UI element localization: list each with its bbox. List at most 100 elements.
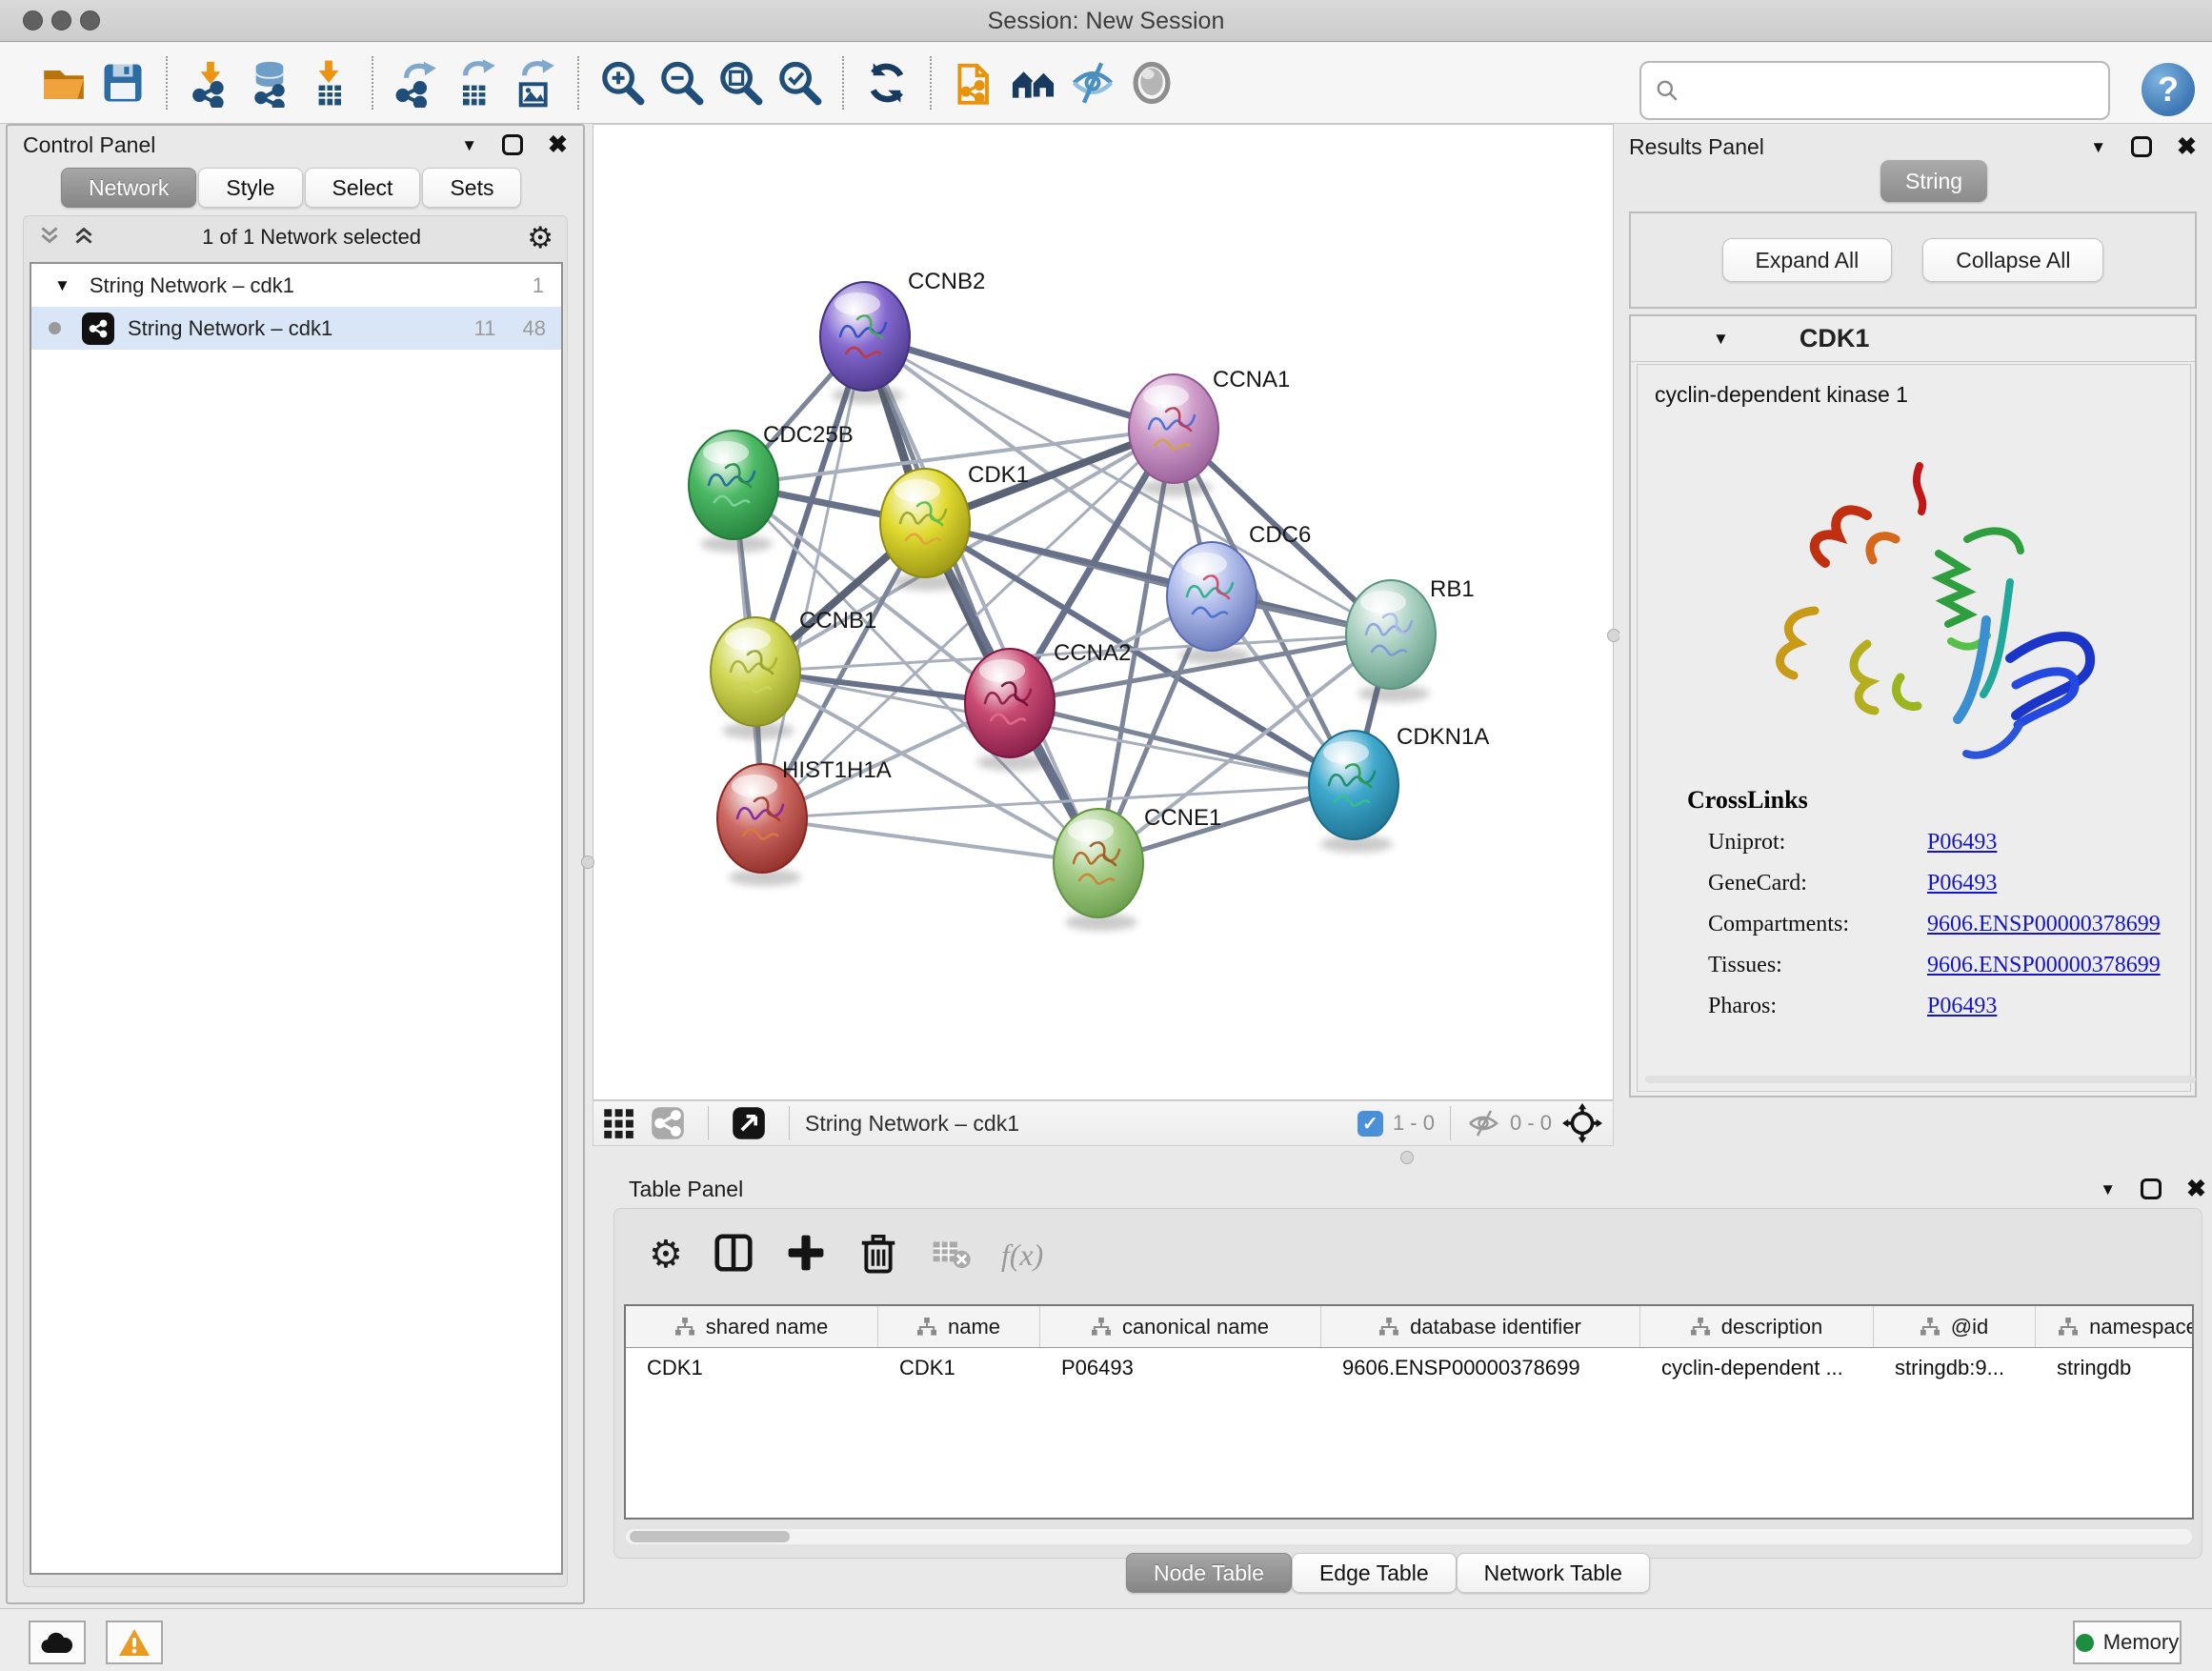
- import-network-database-button[interactable]: [240, 53, 299, 112]
- delete-column-button[interactable]: [856, 1231, 900, 1279]
- selected-checkbox-icon[interactable]: ✓: [1357, 1111, 1383, 1137]
- expand-all-icon[interactable]: [71, 223, 96, 252]
- results-scrollbar[interactable]: [1645, 1076, 2196, 1083]
- node-RB1[interactable]: RB1: [1346, 576, 1475, 702]
- table-cell[interactable]: stringdb: [2036, 1348, 2194, 1388]
- string-home-button[interactable]: [1004, 53, 1063, 112]
- crosslink-link[interactable]: 9606.ENSP00000378699: [1927, 912, 2161, 937]
- panel-menu-icon[interactable]: ▼: [2100, 1181, 2116, 1198]
- zoom-selected-button[interactable]: [770, 53, 829, 112]
- function-builder-button[interactable]: f(x): [1001, 1238, 1043, 1273]
- memory-button[interactable]: Memory: [2073, 1621, 2182, 1664]
- node-CDKN1A[interactable]: CDKN1A: [1309, 724, 1489, 853]
- node-CCNE1[interactable]: CCNE1: [1054, 805, 1221, 931]
- table-scrollbar[interactable]: [626, 1529, 2192, 1544]
- scrollbar-thumb[interactable]: [630, 1531, 790, 1542]
- splitter-handle[interactable]: [581, 856, 594, 869]
- column-header-canonical-name[interactable]: canonical name: [1040, 1306, 1321, 1347]
- column-header-namespace[interactable]: namespace: [2036, 1306, 2194, 1347]
- node-CCNA1[interactable]: CCNA1: [1129, 367, 1290, 496]
- tab-string[interactable]: String: [1880, 160, 1987, 202]
- node-CDC25B[interactable]: CDC25B: [689, 422, 854, 553]
- node-CCNB2[interactable]: CCNB2: [820, 269, 985, 404]
- column-header-shared-name[interactable]: shared name: [626, 1306, 878, 1347]
- fit-selected-button[interactable]: [1552, 1102, 1613, 1144]
- disclosure-icon[interactable]: ▼: [1713, 331, 1729, 347]
- protein-card-header[interactable]: ▼ CDK1: [1631, 316, 2195, 362]
- table-cell[interactable]: CDK1: [878, 1348, 1040, 1388]
- help-button[interactable]: ?: [2142, 63, 2195, 116]
- gear-icon[interactable]: ⚙: [527, 223, 553, 252]
- string-protein-query-button[interactable]: [945, 53, 1004, 112]
- export-table-button[interactable]: [446, 53, 505, 112]
- close-panel-icon[interactable]: ✖: [2186, 1178, 2206, 1201]
- zoom-fit-button[interactable]: [711, 53, 770, 112]
- glass-ball-effect-button[interactable]: [1063, 53, 1122, 112]
- table-cell[interactable]: CDK1: [626, 1348, 878, 1388]
- detach-view-button[interactable]: [724, 1104, 774, 1142]
- cloud-status-button[interactable]: [29, 1621, 86, 1664]
- network-row[interactable]: String Network – cdk1 11 48: [31, 307, 561, 350]
- zoom-out-button[interactable]: [652, 53, 711, 112]
- table-cell[interactable]: cyclin-dependent ...: [1640, 1348, 1874, 1388]
- edge-HIST1H1A-CCNE1[interactable]: [762, 818, 1098, 863]
- apply-layout-button[interactable]: [857, 53, 916, 112]
- float-panel-icon[interactable]: [2141, 1178, 2162, 1199]
- table-cell[interactable]: P06493: [1040, 1348, 1321, 1388]
- network-collection-row[interactable]: ▼ String Network – cdk1 1: [31, 264, 561, 307]
- network-canvas[interactable]: CCNB2CCNA1CDC25BCDK1CDC6RB1CCNB1CCNA2CDK…: [593, 124, 1614, 1100]
- float-panel-icon[interactable]: [502, 134, 523, 155]
- zoom-in-button[interactable]: [593, 53, 652, 112]
- tab-select[interactable]: Select: [305, 168, 421, 208]
- tab-network[interactable]: Network: [61, 168, 196, 208]
- crosslink-link[interactable]: 9606.ENSP00000378699: [1927, 953, 2161, 978]
- delete-table-button[interactable]: [929, 1231, 973, 1279]
- panel-menu-icon[interactable]: ▼: [461, 137, 477, 153]
- edge-CCNB2-CCNA1[interactable]: [865, 336, 1174, 429]
- tab-style[interactable]: Style: [198, 168, 302, 208]
- show-columns-button[interactable]: [712, 1231, 755, 1279]
- tab-network-table[interactable]: Network Table: [1457, 1553, 1650, 1593]
- export-image-button[interactable]: [505, 53, 564, 112]
- create-column-button[interactable]: [784, 1231, 828, 1279]
- table-row[interactable]: CDK1CDK1P064939606.ENSP00000378699cyclin…: [626, 1348, 2192, 1388]
- column-header--id[interactable]: @id: [1874, 1306, 2036, 1347]
- splitter-handle[interactable]: [1400, 1151, 1414, 1164]
- column-header-database-identifier[interactable]: database identifier: [1321, 1306, 1640, 1347]
- close-panel-icon[interactable]: ✖: [548, 133, 568, 157]
- tab-sets[interactable]: Sets: [422, 168, 521, 208]
- splitter-handle[interactable]: [1607, 629, 1620, 642]
- structure-display-button[interactable]: [1122, 53, 1181, 112]
- disclosure-icon[interactable]: ▼: [54, 277, 70, 293]
- node-CCNB1[interactable]: CCNB1: [711, 608, 876, 739]
- save-session-button[interactable]: [93, 53, 152, 112]
- warning-status-button[interactable]: [106, 1621, 163, 1664]
- table-cell[interactable]: 9606.ENSP00000378699: [1321, 1348, 1640, 1388]
- search-field[interactable]: [1639, 61, 2110, 120]
- crosslink-link[interactable]: P06493: [1927, 871, 1997, 896]
- float-panel-icon[interactable]: [2131, 136, 2152, 157]
- network-overview-button[interactable]: [643, 1104, 693, 1142]
- collapse-all-button[interactable]: Collapse All: [1922, 238, 2103, 282]
- collapse-all-icon[interactable]: [37, 223, 62, 252]
- column-header-name[interactable]: name: [878, 1306, 1040, 1347]
- tab-node-table[interactable]: Node Table: [1126, 1553, 1292, 1593]
- crosslink-link[interactable]: P06493: [1927, 830, 1997, 856]
- node-HIST1H1A[interactable]: HIST1H1A: [717, 757, 892, 886]
- expand-all-button[interactable]: Expand All: [1722, 238, 1893, 282]
- crosslink-link[interactable]: P06493: [1927, 994, 1997, 1019]
- search-input[interactable]: [1679, 77, 2089, 104]
- table-options-button[interactable]: ⚙: [649, 1236, 683, 1274]
- tab-edge-table[interactable]: Edge Table: [1292, 1553, 1457, 1593]
- open-session-button[interactable]: [34, 53, 93, 112]
- import-table-button[interactable]: [299, 53, 358, 112]
- panel-menu-icon[interactable]: ▼: [2090, 139, 2106, 155]
- show-grid-button[interactable]: [593, 1104, 643, 1142]
- import-network-file-button[interactable]: [181, 53, 240, 112]
- table-cell[interactable]: stringdb:9...: [1874, 1348, 2036, 1388]
- close-panel-icon[interactable]: ✖: [2177, 135, 2197, 159]
- network-graph[interactable]: CCNB2CCNA1CDC25BCDK1CDC6RB1CCNB1CCNA2CDK…: [593, 125, 1613, 1099]
- export-network-button[interactable]: [387, 53, 446, 112]
- edge-CCNB2-CCNE1[interactable]: [865, 336, 1098, 863]
- column-header-description[interactable]: description: [1640, 1306, 1874, 1347]
